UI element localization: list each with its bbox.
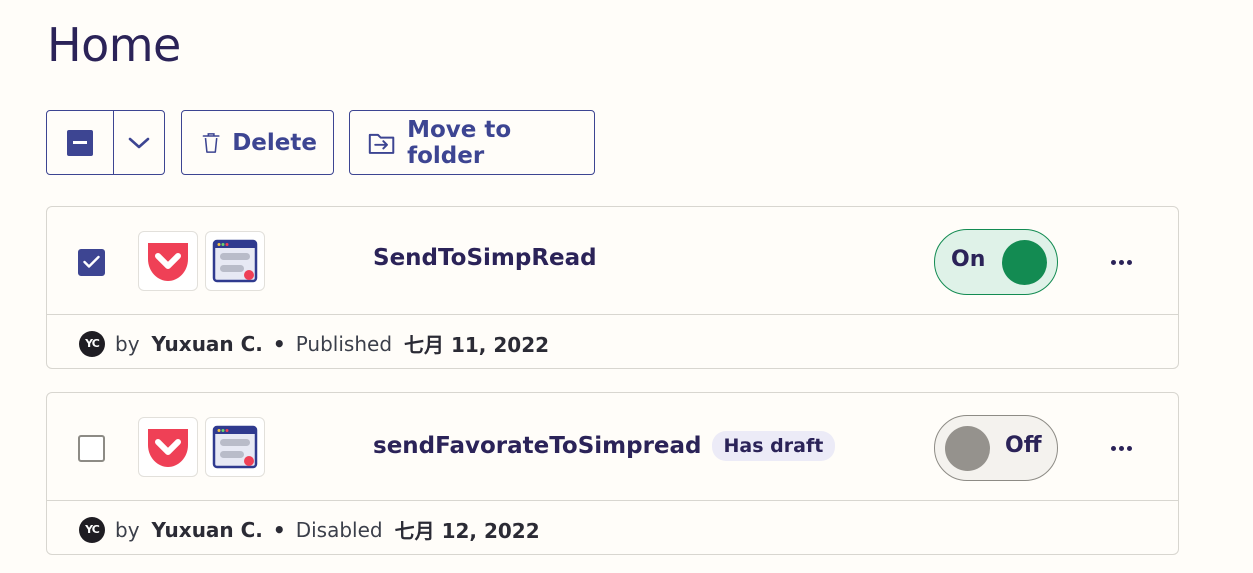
pocket-icon <box>148 429 188 467</box>
avatar: YC <box>79 330 105 357</box>
simpread-app-icon <box>205 231 265 291</box>
more-dot <box>1118 445 1124 451</box>
simpread-app-icon <box>205 417 265 477</box>
indeterminate-checkbox-icon <box>67 129 94 156</box>
zap-row: SendToSimpRead On YC by Yuxuan C. • Publ… <box>46 206 1179 369</box>
more-dots-icon <box>1110 445 1116 451</box>
zap-meta: YC by Yuxuan C. • Published 七月 11, 2022 <box>79 329 549 358</box>
by-label: by <box>115 331 140 356</box>
status-text: Published <box>295 331 393 356</box>
trash-icon <box>202 132 220 153</box>
delete-button-label: Delete <box>232 129 317 156</box>
more-dots-icon <box>1110 259 1116 265</box>
toggle-knob <box>1002 240 1047 285</box>
separator-dot: • <box>272 517 286 542</box>
zap-row: sendFavorateToSimpread Has draft Off YC … <box>46 392 1179 555</box>
author-name: Yuxuan C. <box>151 517 263 542</box>
toggle-label: Off <box>1005 433 1042 458</box>
more-dot <box>1126 259 1132 265</box>
draft-badge: Has draft <box>711 431 836 461</box>
zap-meta: YC by Yuxuan C. • Disabled 七月 12, 2022 <box>79 515 540 544</box>
checkmark-icon <box>83 255 100 268</box>
more-dot <box>1126 445 1132 451</box>
toggle-knob <box>945 426 990 471</box>
more-dot <box>1118 259 1124 265</box>
zap-name: SendToSimpRead <box>373 245 597 271</box>
simpread-icon <box>212 239 258 283</box>
select-all-split-button <box>46 110 165 175</box>
pocket-icon <box>148 243 188 281</box>
select-options-dropdown[interactable] <box>114 111 164 174</box>
zap-status-toggle[interactable]: Off <box>934 415 1058 481</box>
pocket-app-icon <box>138 231 198 291</box>
zap-select-checkbox[interactable] <box>78 249 105 276</box>
avatar: YC <box>79 516 105 543</box>
simpread-icon <box>212 425 258 469</box>
status-text: Disabled <box>295 517 383 542</box>
zap-name-link[interactable]: sendFavorateToSimpread Has draft <box>373 431 836 461</box>
more-options-button[interactable] <box>1105 251 1137 273</box>
author-name: Yuxuan C. <box>151 331 263 356</box>
toggle-label: On <box>951 247 986 272</box>
zap-name: sendFavorateToSimpread <box>373 433 702 459</box>
by-label: by <box>115 517 140 542</box>
delete-button[interactable]: Delete <box>181 110 334 175</box>
zap-select-checkbox[interactable] <box>78 435 105 462</box>
zap-name-link[interactable]: SendToSimpRead <box>373 245 597 271</box>
move-folder-icon <box>368 133 395 154</box>
more-options-button[interactable] <box>1105 437 1137 459</box>
separator-dot: • <box>272 331 286 356</box>
move-to-folder-button[interactable]: Move to folder <box>349 110 595 175</box>
move-to-folder-label: Move to folder <box>407 116 512 169</box>
date-text: 七月 12, 2022 <box>394 519 540 543</box>
page-title: Home <box>47 18 181 72</box>
select-all-checkbox[interactable] <box>47 111 115 174</box>
chevron-down-icon <box>128 137 150 148</box>
date-text: 七月 11, 2022 <box>404 333 550 357</box>
pocket-app-icon <box>138 417 198 477</box>
zap-status-toggle[interactable]: On <box>934 229 1058 295</box>
